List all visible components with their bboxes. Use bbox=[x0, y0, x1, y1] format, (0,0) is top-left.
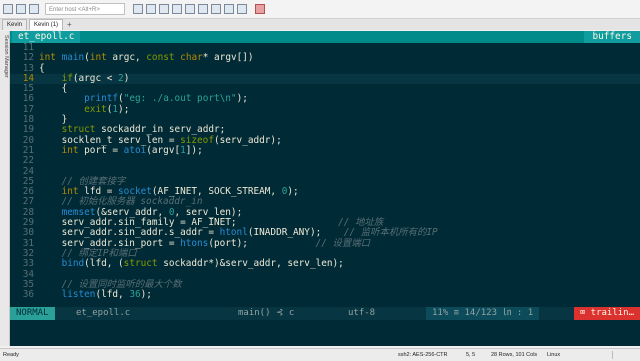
open-icon[interactable] bbox=[16, 4, 26, 14]
session-manager-label: Session Manager bbox=[3, 35, 9, 78]
record-icon[interactable] bbox=[255, 4, 265, 14]
code-line: 36 listen(lfd, 36); bbox=[22, 289, 152, 301]
code-line: 33 bind(lfd, (struct sockaddr*)&serv_add… bbox=[22, 258, 344, 270]
settings-icon[interactable] bbox=[198, 4, 208, 14]
help-icon[interactable] bbox=[237, 4, 247, 14]
toolbar: Enter host <Alt+R> bbox=[0, 0, 640, 19]
cursor-position: 5, 5 bbox=[466, 352, 476, 358]
buffer-line: et_epoll.c buffers bbox=[10, 31, 640, 43]
status-filename: et_epoll.c bbox=[76, 308, 131, 318]
status-warning: ⌧ trailin… bbox=[573, 307, 640, 320]
ready-text: Ready bbox=[3, 352, 19, 358]
code-line: 12 int main(int argc, const char* argv[]) bbox=[22, 52, 254, 64]
buffers-label: buffers bbox=[584, 31, 640, 43]
sftp-icon[interactable] bbox=[185, 4, 195, 14]
host-input[interactable]: Enter host <Alt+R> bbox=[45, 3, 125, 15]
new-session-icon[interactable] bbox=[3, 4, 13, 14]
code-line: 22 bbox=[22, 155, 34, 167]
os-label: Linux bbox=[547, 352, 561, 358]
session-manager-strip[interactable]: Session Manager bbox=[0, 31, 10, 346]
status-position: 11% ≡ 14/123 ㏑ : 1 bbox=[426, 307, 540, 320]
status-function: main() ⊰ c bbox=[238, 308, 295, 318]
code-line: 17 exit(1); bbox=[22, 103, 130, 115]
vim-statusline: NORMAL et_epoll.c main() ⊰ c utf-8 11% ≡… bbox=[10, 307, 640, 320]
paste-icon[interactable] bbox=[146, 4, 156, 14]
command-line[interactable] bbox=[10, 320, 640, 346]
code-area[interactable]: 11 12 int main(int argc, const char* argv… bbox=[10, 42, 640, 301]
add-tab-button[interactable]: + bbox=[67, 20, 72, 30]
terminal[interactable]: et_epoll.c buffers 11 12 int main(int arg… bbox=[10, 31, 640, 346]
print-icon[interactable] bbox=[172, 4, 182, 14]
code-line-current: 14 if(argc < 2) bbox=[10, 73, 640, 85]
code-line: 21 int port = atoi(argv[1]); bbox=[22, 144, 203, 156]
resize-grip-icon[interactable] bbox=[612, 351, 637, 359]
find-icon[interactable] bbox=[159, 4, 169, 14]
tab-kevin-1[interactable]: Kevin (1) bbox=[29, 19, 64, 30]
script-icon[interactable] bbox=[224, 4, 234, 14]
terminal-size: 28 Rows, 101 Cols bbox=[491, 352, 538, 358]
tab-kevin[interactable]: Kevin bbox=[2, 19, 28, 30]
copy-icon[interactable] bbox=[133, 4, 143, 14]
status-encoding: utf-8 bbox=[348, 308, 376, 318]
reconnect-icon[interactable] bbox=[29, 4, 39, 14]
ssh-info: ssh2: AES-256-CTR bbox=[398, 352, 448, 358]
key-icon[interactable] bbox=[211, 4, 221, 14]
mode-indicator: NORMAL bbox=[10, 307, 55, 320]
app-status-bar: Ready ssh2: AES-256-CTR 5, 5 28 Rows, 10… bbox=[0, 348, 640, 361]
tab-bar: Kevin Kevin (1) + bbox=[0, 19, 640, 30]
